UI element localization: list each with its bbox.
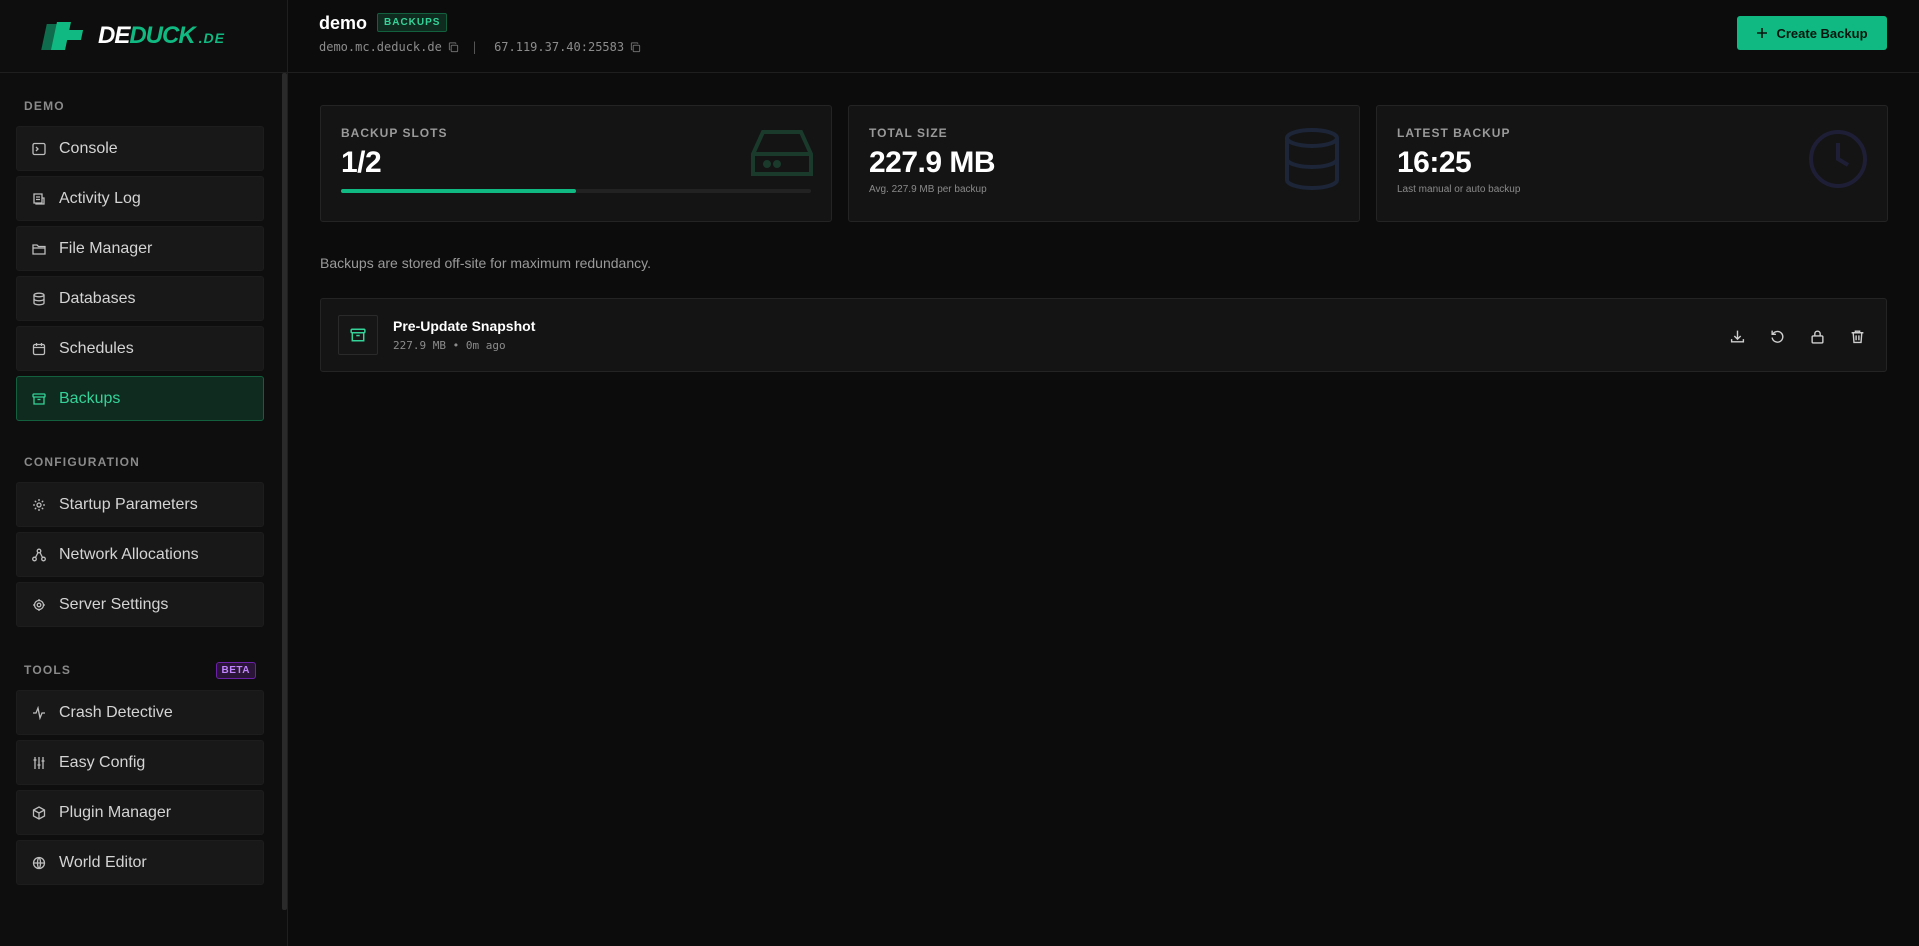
- beta-badge: BETA: [215, 661, 256, 679]
- download-icon[interactable]: [1726, 325, 1748, 347]
- sidebar-item-label: Databases: [59, 289, 136, 307]
- sidebar-item-label: Crash Detective: [59, 703, 173, 721]
- nav-section-demo: DEMO Console Activity Log File Manager D…: [16, 96, 264, 426]
- sidebar-item-label: World Editor: [59, 853, 147, 871]
- folder-icon: [31, 241, 47, 257]
- backup-meta: 227.9 MB • 0m ago: [393, 339, 506, 352]
- archive-icon: [338, 315, 378, 355]
- sidebar-item-label: Easy Config: [59, 753, 146, 771]
- sidebar-item-label: Startup Parameters: [59, 495, 198, 513]
- package-icon: [31, 805, 47, 821]
- stat-sub: Last manual or auto backup: [1397, 184, 1521, 195]
- backup-name: Pre-Update Snapshot: [393, 318, 536, 334]
- meta-separator: |: [470, 40, 479, 54]
- sidebar-item-server-settings[interactable]: Server Settings: [16, 582, 264, 627]
- copy-domain-icon[interactable]: [448, 41, 459, 53]
- plus-icon: [1756, 27, 1768, 39]
- sidebar-item-backups[interactable]: Backups: [16, 376, 264, 421]
- page-header: demo BACKUPS demo.mc.deduck.de | 67.119.…: [288, 0, 1919, 73]
- brand-prefix: DE: [98, 22, 130, 49]
- archive-icon: [31, 391, 47, 407]
- sidebar-item-console[interactable]: Console: [16, 126, 264, 171]
- clock-icon: [1807, 128, 1869, 195]
- sidebar-item-schedules[interactable]: Schedules: [16, 326, 264, 371]
- backup-actions: [1708, 325, 1868, 347]
- stat-value: 1/2: [341, 146, 382, 179]
- sidebar: DEDUCK .DE DEMO Console Activity Log File…: [0, 0, 288, 946]
- activity-log-icon: [31, 191, 47, 207]
- brand-wordmark: DEDUCK .DE: [98, 22, 225, 50]
- backup-info-text: Backups are stored off-site for maximum …: [320, 255, 651, 271]
- terminal-icon: [31, 141, 47, 157]
- server-domain: demo.mc.deduck.de: [319, 40, 442, 54]
- sidebar-item-label: Backups: [59, 389, 121, 407]
- hard-drive-icon: [751, 128, 813, 185]
- duck-logo-icon: [40, 20, 86, 52]
- lock-icon[interactable]: [1806, 325, 1828, 347]
- sidebar-item-databases[interactable]: Databases: [16, 276, 264, 321]
- sidebar-item-label: Plugin Manager: [59, 803, 172, 821]
- stat-card-backup-slots: BACKUP SLOTS 1/2: [320, 105, 832, 222]
- pulse-icon: [31, 705, 47, 721]
- sidebar-item-label: Network Allocations: [59, 545, 199, 563]
- sidebar-item-label: Schedules: [59, 339, 134, 357]
- brand-logo[interactable]: DEDUCK .DE: [0, 0, 287, 73]
- page-badge: BACKUPS: [377, 13, 448, 32]
- brand-tld: .DE: [198, 30, 226, 46]
- sidebar-item-world-editor[interactable]: World Editor: [16, 840, 264, 885]
- restore-icon[interactable]: [1766, 325, 1788, 347]
- database-icon: [1283, 128, 1341, 195]
- sidebar-item-activity-log[interactable]: Activity Log: [16, 176, 264, 221]
- sliders-icon: [31, 755, 47, 771]
- stat-value: 16:25: [1397, 146, 1472, 179]
- nav-section-configuration: CONFIGURATION Startup Parameters Network…: [16, 452, 264, 632]
- calendar-icon: [31, 341, 47, 357]
- server-name: demo: [319, 13, 368, 33]
- sidebar-item-label: Activity Log: [59, 189, 141, 207]
- network-icon: [31, 547, 47, 563]
- sidebar-item-label: Server Settings: [59, 595, 169, 613]
- section-label-tools: TOOLS BETA: [16, 660, 264, 680]
- table-row[interactable]: Pre-Update Snapshot 227.9 MB • 0m ago: [320, 298, 1887, 372]
- sidebar-item-easy-config[interactable]: Easy Config: [16, 740, 264, 785]
- sidebar-item-startup-parameters[interactable]: Startup Parameters: [16, 482, 264, 527]
- slots-progress-fill: [341, 189, 576, 193]
- sidebar-item-label: File Manager: [59, 239, 153, 257]
- section-label-demo: DEMO: [24, 99, 65, 113]
- sidebar-scrollbar[interactable]: [282, 73, 287, 910]
- section-label-configuration: CONFIGURATION: [24, 455, 141, 469]
- copy-address-icon[interactable]: [630, 41, 641, 53]
- nav-section-tools: TOOLS BETA Crash Detective Easy Config P…: [16, 660, 264, 890]
- sidebar-item-plugin-manager[interactable]: Plugin Manager: [16, 790, 264, 835]
- stat-card-latest-backup: LATEST BACKUP 16:25 Last manual or auto …: [1376, 105, 1888, 222]
- cog-icon: [31, 597, 47, 613]
- sidebar-item-network-allocations[interactable]: Network Allocations: [16, 532, 264, 577]
- trash-icon[interactable]: [1846, 325, 1868, 347]
- globe-icon: [31, 855, 47, 871]
- stat-label: LATEST BACKUP: [1397, 126, 1511, 140]
- create-backup-button[interactable]: Create Backup: [1737, 16, 1887, 50]
- stat-card-total-size: TOTAL SIZE 227.9 MB Avg. 227.9 MB per ba…: [848, 105, 1360, 222]
- sidebar-item-file-manager[interactable]: File Manager: [16, 226, 264, 271]
- brand-accent: DUCK: [129, 22, 195, 49]
- slots-progress-bar: [341, 189, 811, 193]
- stat-label: BACKUP SLOTS: [341, 126, 448, 140]
- gear-icon: [31, 497, 47, 513]
- stat-sub: Avg. 227.9 MB per backup: [869, 184, 987, 195]
- sidebar-item-crash-detective[interactable]: Crash Detective: [16, 690, 264, 735]
- server-address: 67.119.37.40:25583: [494, 40, 625, 54]
- sidebar-item-label: Console: [59, 139, 118, 157]
- stat-label: TOTAL SIZE: [869, 126, 948, 140]
- stat-value: 227.9 MB: [869, 146, 996, 179]
- server-meta: demo.mc.deduck.de | 67.119.37.40:25583: [319, 40, 653, 54]
- database-icon: [31, 291, 47, 307]
